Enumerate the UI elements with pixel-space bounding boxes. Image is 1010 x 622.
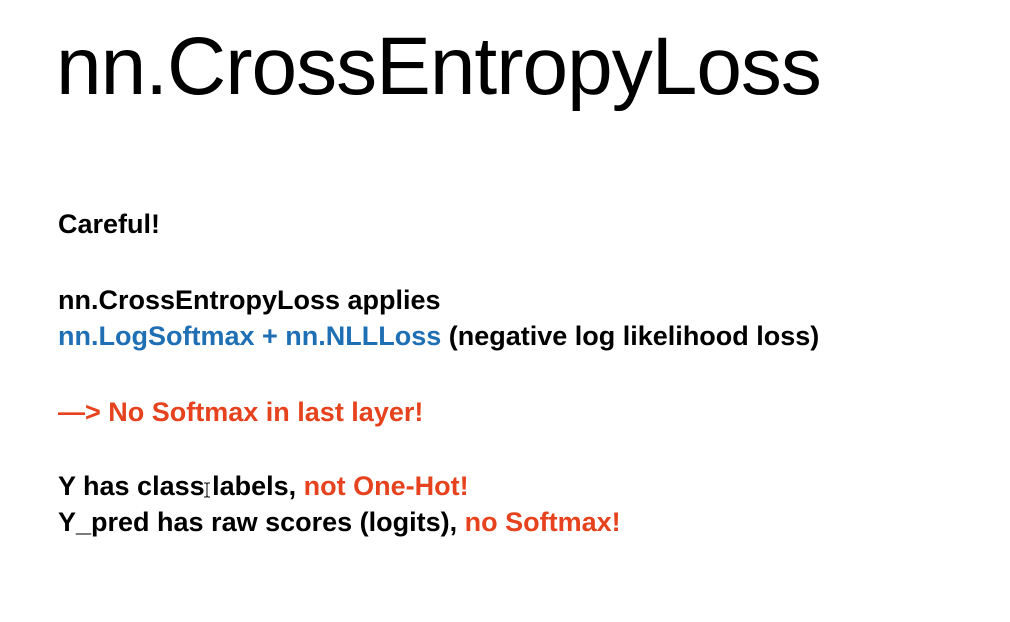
components-highlight: nn.LogSoftmax + nn.NLLLoss bbox=[58, 321, 442, 351]
warning-text: —> No Softmax in last layer! bbox=[58, 397, 424, 427]
y-labels-line: Y has class labels, not One-Hot! bbox=[58, 470, 469, 502]
components-line: nn.LogSoftmax + nn.NLLLoss (negative log… bbox=[58, 320, 819, 352]
y-labels-highlight: not One-Hot! bbox=[303, 471, 469, 501]
components-note: (negative log likelihood loss) bbox=[441, 321, 820, 351]
slide: nn.CrossEntropyLoss Careful! nn.CrossEnt… bbox=[0, 0, 1010, 622]
y-labels-prefix: Y has class labels, bbox=[58, 471, 304, 501]
ypred-highlight: no Softmax! bbox=[464, 507, 621, 537]
slide-title: nn.CrossEntropyLoss bbox=[56, 21, 822, 112]
applies-text: nn.CrossEntropyLoss applies bbox=[58, 285, 441, 315]
text-cursor-icon bbox=[204, 482, 210, 498]
ypred-line: Y_pred has raw scores (logits), no Softm… bbox=[58, 506, 621, 538]
ypred-prefix: Y_pred has raw scores (logits), bbox=[58, 507, 465, 537]
careful-text: Careful! bbox=[58, 209, 161, 239]
